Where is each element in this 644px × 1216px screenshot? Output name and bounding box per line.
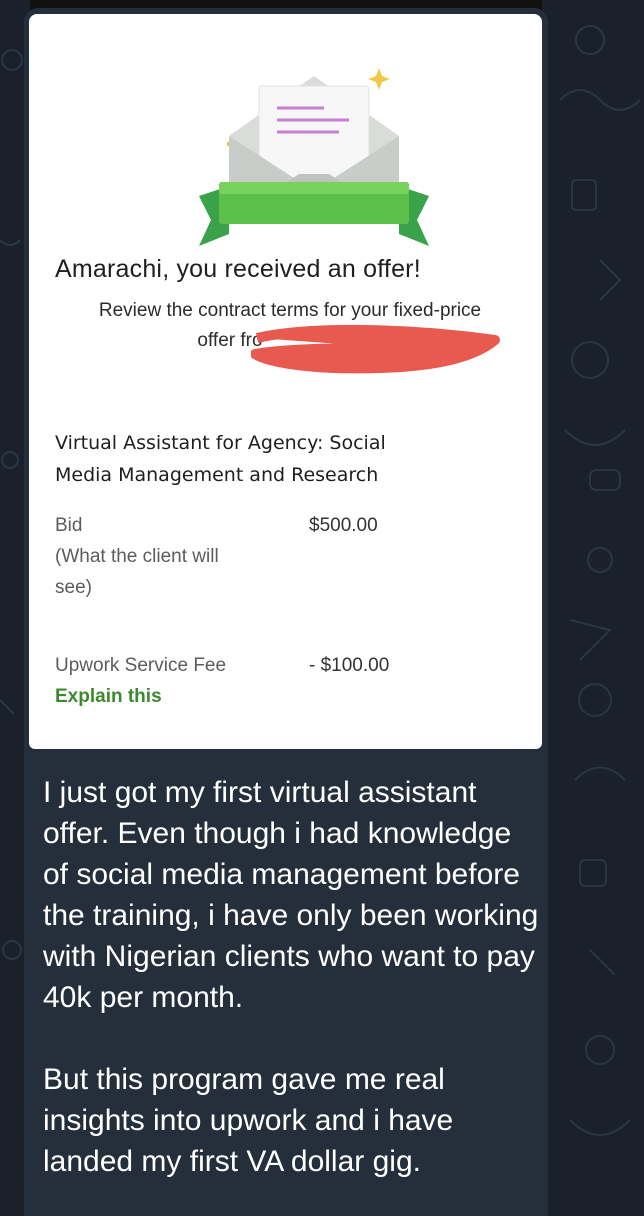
- job-title-line2: Media Management and Research: [55, 464, 379, 486]
- redaction-scribble: [251, 324, 500, 374]
- envelope-offer-icon: [199, 68, 429, 246]
- offer-title: Amarachi, you received an offer!: [55, 255, 421, 283]
- job-title: Virtual Assistant for Agency: Social Med…: [55, 427, 475, 491]
- message-paragraph-2: But this program gave me real insights i…: [43, 1063, 454, 1178]
- fee-value: - $100.00: [309, 655, 390, 676]
- bid-note-line1: (What the client will: [55, 546, 219, 567]
- bid-note-line2: see): [55, 577, 92, 598]
- message-text: I just got my first virtual assistant of…: [43, 772, 543, 1182]
- message-paragraph-1: I just got my first virtual assistant of…: [43, 776, 539, 1014]
- bid-value: $500.00: [309, 515, 378, 536]
- offer-card: Amarachi, you received an offer! Review …: [29, 14, 542, 749]
- bid-label: Bid: [55, 515, 83, 536]
- explain-this-link[interactable]: Explain this: [55, 681, 162, 713]
- fee-label: Upwork Service Fee: [55, 655, 227, 676]
- job-title-line1: Virtual Assistant for Agency: Social: [55, 432, 386, 454]
